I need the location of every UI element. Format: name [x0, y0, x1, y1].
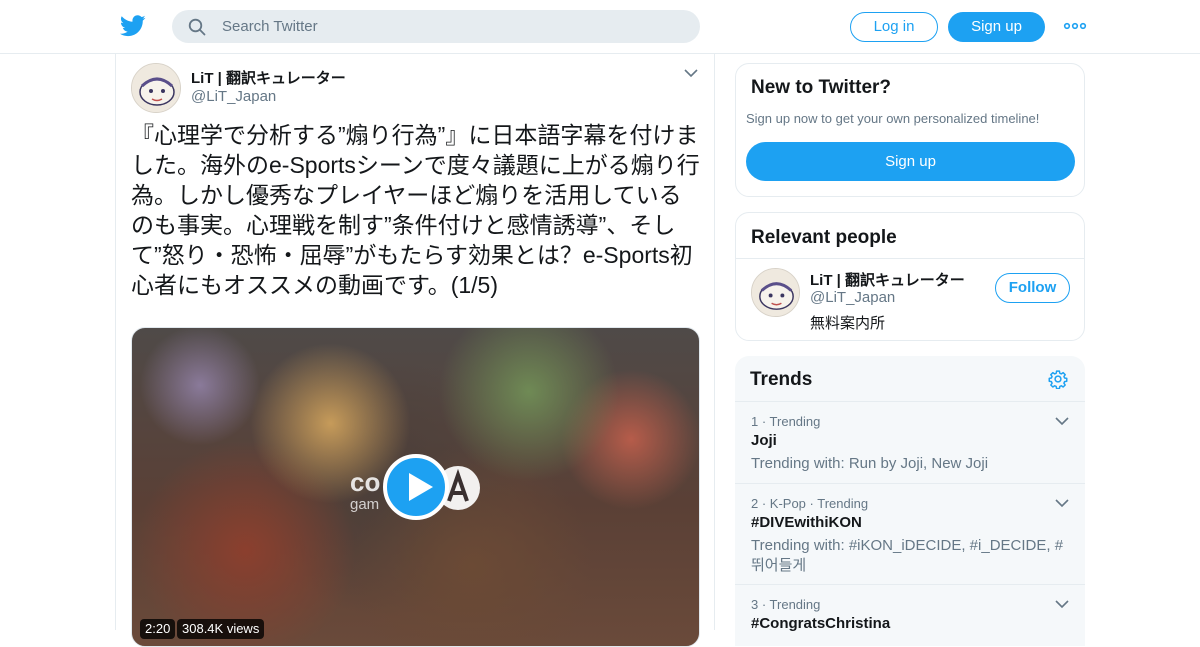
signup-card-button[interactable]: Sign up: [746, 142, 1075, 181]
trend-item[interactable]: 1 · Trending Joji Trending with: Run by …: [735, 401, 1085, 483]
trend-meta: 3 · Trending: [751, 597, 821, 612]
card-title: Trends: [750, 369, 813, 390]
follow-button[interactable]: Follow: [995, 273, 1070, 303]
search-icon: [188, 18, 206, 36]
person-handle[interactable]: @LiT_Japan: [810, 289, 895, 306]
avatar-illustration: [132, 64, 180, 112]
trend-meta: 2 · K-Pop · Trending: [751, 496, 869, 511]
trend-meta: 1 · Trending: [751, 414, 821, 429]
trend-item[interactable]: 2 · K-Pop · Trending #DIVEwithiKON Trend…: [735, 483, 1085, 584]
author-name[interactable]: LiT | 翻訳キュレーター: [191, 67, 346, 88]
chevron-down-icon[interactable]: [1055, 498, 1069, 508]
trend-name[interactable]: #DIVEwithiKON: [751, 514, 862, 531]
play-button[interactable]: [383, 454, 449, 520]
search-box[interactable]: [172, 10, 700, 43]
trend-related: Trending with: #iKON_iDECIDE, #i_DECIDE,…: [751, 537, 1064, 574]
trend-name[interactable]: Joji: [751, 432, 777, 449]
new-to-twitter-card: New to Twitter? Sign up now to get your …: [735, 63, 1085, 197]
video-view-count: 308.4K views: [177, 619, 265, 639]
person-bio: 無料案内所: [810, 315, 886, 332]
logo-text-bottom: gam: [350, 496, 379, 513]
logo-text-top: co: [350, 467, 380, 497]
trend-name[interactable]: #CongratsChristina: [751, 615, 890, 632]
login-button[interactable]: Log in: [850, 12, 938, 42]
video-player[interactable]: co gam 2:20 308.4K views: [131, 327, 700, 647]
chevron-down-icon[interactable]: [1055, 599, 1069, 609]
tweet-container: LiT | 翻訳キュレーター @LiT_Japan 『心理学で分析する”煽り行為…: [115, 54, 715, 647]
gear-icon[interactable]: [1048, 369, 1068, 389]
person-avatar[interactable]: [751, 268, 800, 317]
play-icon: [409, 473, 433, 501]
divider: [736, 258, 1084, 259]
card-title: New to Twitter?: [751, 77, 892, 98]
video-duration: 2:20: [140, 619, 176, 639]
relevant-people-card: Relevant people LiT | 翻訳キュレーター @LiT_Japa…: [735, 212, 1085, 341]
more-options-icon[interactable]: [1063, 20, 1087, 32]
trend-related: Trending with: Run by Joji, New Joji: [751, 455, 989, 472]
trend-item[interactable]: 3 · Trending #CongratsChristina: [735, 584, 1085, 646]
person-name[interactable]: LiT | 翻訳キュレーター: [810, 269, 965, 290]
card-subtitle: Sign up now to get your own personalized…: [746, 111, 1040, 126]
trends-card: Trends 1 · Trending Joji Trending with: …: [735, 356, 1085, 646]
chevron-down-icon[interactable]: [1055, 416, 1069, 426]
signup-button[interactable]: Sign up: [948, 12, 1045, 42]
top-navigation-bar: Log in Sign up: [0, 0, 1200, 54]
twitter-bird-icon[interactable]: [120, 14, 146, 38]
search-input[interactable]: [222, 10, 682, 43]
card-title: Relevant people: [751, 227, 897, 248]
chevron-down-icon[interactable]: [684, 68, 698, 78]
avatar-illustration: [752, 269, 799, 316]
author-handle[interactable]: @LiT_Japan: [191, 88, 276, 105]
author-avatar[interactable]: [131, 63, 181, 113]
tweet-text: 『心理学で分析する”煽り行為”』に日本語字幕を付けました。海外のe-Sports…: [131, 122, 700, 298]
